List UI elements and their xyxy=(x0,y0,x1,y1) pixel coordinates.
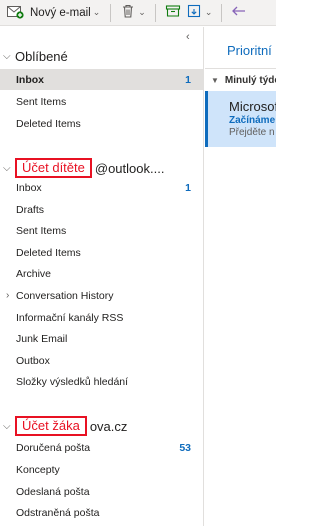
chevron-down-icon[interactable]: ⌄ xyxy=(205,8,213,17)
chevron-down-icon: ⌵ xyxy=(3,162,11,174)
folder-label: Koncepty xyxy=(16,463,60,476)
message-group-header[interactable]: ▼ Minulý týden xyxy=(211,71,276,89)
message-group-label: Minulý týden xyxy=(224,74,276,86)
folder-sent-items[interactable]: Sent Items xyxy=(0,220,203,241)
folder-outbox[interactable]: Outbox xyxy=(0,350,203,371)
message-preview: Přejděte n xyxy=(229,127,275,138)
delete-button[interactable]: ⌄ xyxy=(117,2,149,24)
folder-label: Deleted Items xyxy=(16,117,81,130)
command-toolbar: Nový e-mail ⌄ ⌄ ⌄ xyxy=(0,0,276,26)
folder-label: Inbox xyxy=(16,181,42,194)
folder-label: Conversation History xyxy=(16,289,114,302)
account1-header[interactable]: ⌵ Účet dítěte @outlook.... xyxy=(0,157,204,179)
favorites-header[interactable]: ⌵ Oblíbené xyxy=(0,45,204,67)
folder-favorites-deleted-items[interactable]: Deleted Items xyxy=(0,113,203,134)
folder-label: Sent Items xyxy=(16,95,67,108)
folder-search-folders[interactable]: Složky výsledků hledání xyxy=(0,371,203,392)
folder-label: Informační kanály RSS xyxy=(16,311,124,324)
new-email-icon xyxy=(7,4,24,22)
chevron-down-icon[interactable]: ⌄ xyxy=(93,8,101,17)
unread-count: 53 xyxy=(179,441,191,454)
undo-icon xyxy=(231,3,247,22)
tab-focused[interactable]: Prioritní xyxy=(227,43,272,58)
unread-count: 1 xyxy=(185,73,191,86)
toolbar-divider xyxy=(221,3,223,22)
undo-button[interactable] xyxy=(228,2,250,24)
folder-deleted-items[interactable]: Deleted Items xyxy=(0,242,203,263)
account2-annotation-box: Účet žáka xyxy=(15,416,87,436)
folder-label: Inbox xyxy=(16,73,44,86)
collapse-pane-icon[interactable]: ‹ xyxy=(186,31,190,43)
archive-icon xyxy=(165,3,181,22)
folder-koncepty[interactable]: Koncepty xyxy=(0,459,203,480)
folder-inbox[interactable]: Inbox 1 xyxy=(0,177,203,198)
folder-odstranena-posta[interactable]: Odstraněná pošta xyxy=(0,502,203,523)
toolbar-divider xyxy=(154,3,156,22)
folder-label: Doručená pošta xyxy=(16,441,91,454)
archive-button[interactable] xyxy=(162,2,184,24)
folder-junk-email[interactable]: Junk Email xyxy=(0,328,203,349)
move-to-icon xyxy=(187,3,203,22)
folder-label: Složky výsledků hledání xyxy=(16,375,129,388)
folder-label: Deleted Items xyxy=(16,246,81,259)
folder-favorites-sent-items[interactable]: Sent Items xyxy=(0,91,203,112)
new-email-label: Nový e-mail xyxy=(30,6,91,19)
chevron-down-icon: ▼ xyxy=(211,75,219,85)
folder-label: Outbox xyxy=(16,354,50,367)
move-to-button[interactable]: ⌄ xyxy=(184,2,216,24)
folder-label: Drafts xyxy=(16,203,45,216)
toolbar-divider xyxy=(110,3,112,22)
tab-divider xyxy=(205,68,276,69)
message-sender: Microsoft xyxy=(229,99,276,114)
folder-label: Sent Items xyxy=(16,224,67,237)
folder-drafts[interactable]: Drafts xyxy=(0,199,203,220)
favorites-title: Oblíbené xyxy=(15,48,68,64)
folder-dorucena-posta[interactable]: Doručená pošta 53 xyxy=(0,437,203,458)
folder-conversation-history[interactable]: › Conversation History xyxy=(0,285,203,306)
folder-label: Archive xyxy=(16,267,52,280)
delete-icon xyxy=(120,3,136,22)
account2-email: ova.cz xyxy=(89,418,128,434)
account1-annotation-box: Účet dítěte xyxy=(15,158,92,178)
folder-label: Junk Email xyxy=(16,332,68,345)
new-email-button[interactable]: Nový e-mail ⌄ xyxy=(0,2,104,24)
folder-odeslana-posta[interactable]: Odeslaná pošta xyxy=(0,481,203,502)
chevron-down-icon: ⌵ xyxy=(3,50,11,62)
message-item[interactable]: Microsoft Začínáme Přejděte n xyxy=(205,91,276,147)
account1-email: @outlook.... xyxy=(94,160,165,176)
account2-header[interactable]: ⌵ Účet žáka ova.cz xyxy=(0,415,204,437)
folder-pane: ‹ ⌵ Oblíbené Inbox 1 Sent Items Deleted … xyxy=(0,27,204,526)
chevron-down-icon: ⌵ xyxy=(3,420,11,432)
chevron-down-icon[interactable]: ⌄ xyxy=(138,8,146,17)
folder-favorites-inbox[interactable]: Inbox 1 xyxy=(0,69,203,90)
unread-count: 1 xyxy=(185,181,191,194)
chevron-right-icon[interactable]: › xyxy=(6,290,9,301)
folder-archive[interactable]: Archive xyxy=(0,263,203,284)
folder-label: Odeslaná pošta xyxy=(16,485,90,498)
folder-label: Odstraněná pošta xyxy=(16,506,100,519)
message-list-pane: Prioritní ▼ Minulý týden Microsoft Začín… xyxy=(205,27,276,526)
folder-rss-feeds[interactable]: Informační kanály RSS xyxy=(0,307,203,328)
message-subject: Začínáme xyxy=(229,115,276,126)
